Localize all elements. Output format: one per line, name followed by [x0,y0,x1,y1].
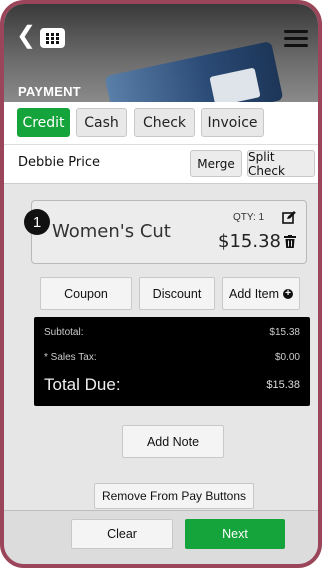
line-item-qty: QTY: 1 [233,212,265,223]
device-frame: ❮ PAYMENT Credit Cash Check Invoice Debb… [0,0,322,568]
add-item-button[interactable]: Add Item + [222,277,300,310]
discount-button[interactable]: Discount [139,277,215,310]
line-item-name: Women's Cut [52,221,171,242]
total-due-value: $15.38 [266,379,300,391]
coupon-button[interactable]: Coupon [40,277,132,310]
split-check-button[interactable]: Split Check [247,150,315,178]
totals-panel: Subtotal: $15.38 * Sales Tax: $0.00 Tota… [34,317,310,406]
tab-check[interactable]: Check [134,108,195,137]
subtotal-value: $15.38 [269,327,300,338]
header-bar: ❮ PAYMENT [4,4,318,102]
tab-credit[interactable]: Credit [17,108,70,137]
line-item-number: 1 [24,209,50,235]
edit-icon[interactable] [282,211,296,229]
sales-tax-label: * Sales Tax: [44,352,97,363]
chevron-left-icon[interactable]: ❮ [16,24,36,48]
total-due-label: Total Due: [44,375,121,394]
line-item-price: $15.38 [218,231,281,252]
footer-bar: Clear Next [4,510,318,564]
payment-method-tabs: Credit Cash Check Invoice [4,102,318,144]
next-button[interactable]: Next [185,519,285,549]
subtotal-row: Subtotal: $15.38 [44,327,300,338]
customer-row: Debbie Price Merge Split Check [4,144,318,184]
tab-invoice[interactable]: Invoice [201,108,264,137]
trash-icon[interactable] [284,235,296,253]
section-title: PAYMENT [18,84,81,99]
sales-tax-row: * Sales Tax: $0.00 [44,352,300,363]
subtotal-label: Subtotal: [44,327,84,338]
remove-from-pay-buttons-button[interactable]: Remove From Pay Buttons [94,483,254,509]
sales-tax-value: $0.00 [274,352,300,363]
tab-cash[interactable]: Cash [76,108,127,137]
total-due-row: Total Due: $15.38 [44,375,300,395]
grid-icon[interactable] [40,28,65,48]
add-note-button[interactable]: Add Note [122,425,224,458]
customer-name: Debbie Price [18,155,100,170]
line-item-card[interactable]: 1 Women's Cut QTY: 1 $15.38 [24,200,307,264]
hamburger-menu-icon[interactable] [284,30,308,48]
merge-button[interactable]: Merge [190,150,242,177]
clear-button[interactable]: Clear [71,519,173,549]
plus-circle-icon: + [283,288,294,299]
add-item-label: Add Item [228,286,280,301]
